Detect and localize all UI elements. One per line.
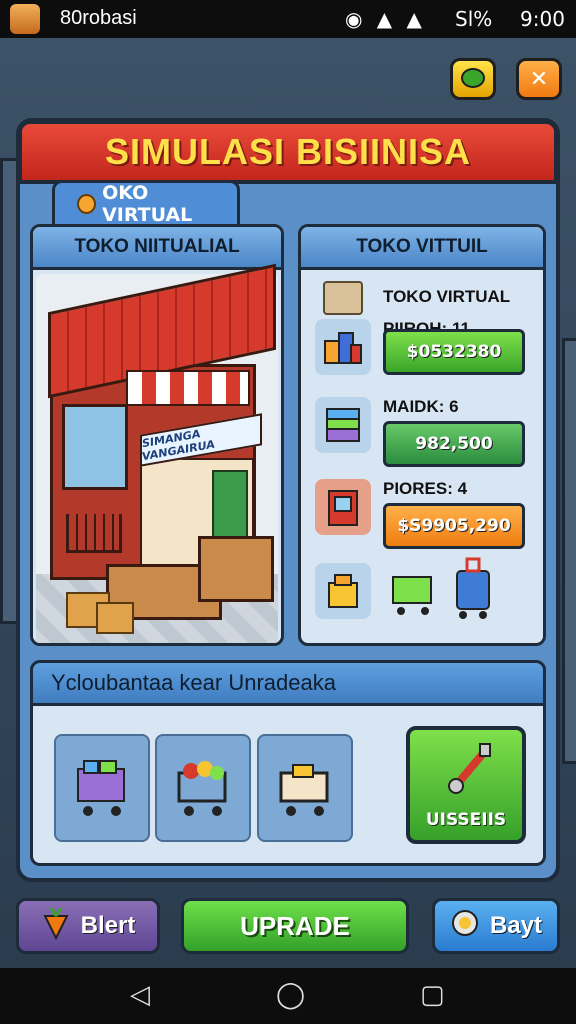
cart-icon	[77, 760, 125, 816]
cart-icon	[177, 761, 227, 816]
page-title: SIMULASI BISIINISA	[104, 131, 472, 172]
app-icon	[10, 4, 40, 34]
back-nav-icon[interactable]: ◁	[130, 982, 150, 1008]
upgrade-slot-cart-boxes[interactable]	[54, 734, 150, 842]
upgrade-button-label: UPRADE	[240, 910, 350, 941]
market-value-button[interactable]: 982,500	[383, 421, 525, 467]
home-nav-icon[interactable]: ◯	[276, 982, 305, 1008]
buy-button[interactable]: Bayt	[432, 898, 560, 954]
close-button[interactable]: ✕	[516, 58, 562, 100]
shop-awning	[126, 370, 250, 406]
use-button-label: UISSEIIS	[425, 810, 507, 830]
wrench-icon	[448, 743, 491, 794]
shop-register-counter	[198, 536, 274, 602]
product-value-button[interactable]: $0532380	[383, 329, 525, 375]
shop-illustration[interactable]: SIMANGA VANGAIRUA	[36, 263, 278, 643]
upgrade-button[interactable]: UPRADE	[181, 898, 409, 954]
shop-cart-icon	[66, 514, 122, 553]
upgrade-slot-cart-basic[interactable]	[257, 734, 353, 842]
status-bar: 80robasi ◉ ▲ ▲ Sl% 9:00	[0, 0, 576, 38]
shop-name-label: TOKO VIRTUAL	[383, 287, 511, 306]
machine-icon	[315, 479, 371, 535]
cart-icon	[279, 764, 329, 816]
bag-icon[interactable]	[315, 563, 371, 619]
shop-stats-header: TOKO VITTUIL	[301, 227, 543, 270]
shop-stats-panel: TOKO VITTUIL TOKO VIRTUAL PIIROH: 11 $05…	[298, 224, 546, 646]
back-button[interactable]: Blert	[16, 898, 160, 954]
clock: 9:00	[520, 7, 565, 31]
carrot-icon	[41, 906, 71, 947]
goods-icon	[315, 319, 371, 375]
tab-toko-virtual[interactable]: OKO VIRTUAL	[52, 180, 240, 226]
system-nav-bar: ◁ ◯ ▢	[0, 968, 576, 1024]
package-icon	[323, 281, 363, 315]
cart-icon[interactable]	[387, 563, 439, 619]
back-button-label: Blert	[80, 912, 136, 939]
signal-icons: ◉ ▲ ▲	[345, 7, 426, 31]
battery-text: Sl%	[455, 7, 493, 31]
use-button[interactable]: UISSEIIS	[406, 726, 526, 844]
stack-icon	[315, 397, 371, 453]
chat-button[interactable]	[450, 58, 496, 100]
upgrade-slot-cart-fruit[interactable]	[155, 734, 251, 842]
chat-bubble-icon	[461, 68, 485, 88]
building-right	[562, 338, 576, 764]
market-label: MAIDK: 6	[383, 397, 459, 416]
coin-icon	[450, 908, 480, 945]
buy-button-label: Bayt	[489, 912, 543, 939]
app-title: 80robasi	[60, 7, 137, 29]
shop-preview-header: TOKO NIITUALIAL	[33, 227, 281, 270]
suitcase-icon[interactable]	[451, 557, 495, 621]
prices-label: PIORES: 4	[383, 479, 468, 498]
tab-label: OKO VIRTUAL	[102, 181, 193, 226]
coin-icon	[77, 193, 97, 214]
upgrade-section-header: Ycloubantaa kear Unradeaka	[30, 660, 546, 706]
close-icon: ✕	[529, 66, 549, 92]
shop-preview-panel: TOKO NIITUALIAL SIMANGA VANGAIRUA	[30, 224, 284, 646]
prices-value-button[interactable]: $S9905,290	[383, 503, 525, 549]
recents-nav-icon[interactable]: ▢	[420, 982, 445, 1008]
shop-window	[62, 404, 128, 490]
title-banner: SIMULASI BISIINISA	[18, 120, 558, 184]
box-icon	[96, 602, 134, 634]
